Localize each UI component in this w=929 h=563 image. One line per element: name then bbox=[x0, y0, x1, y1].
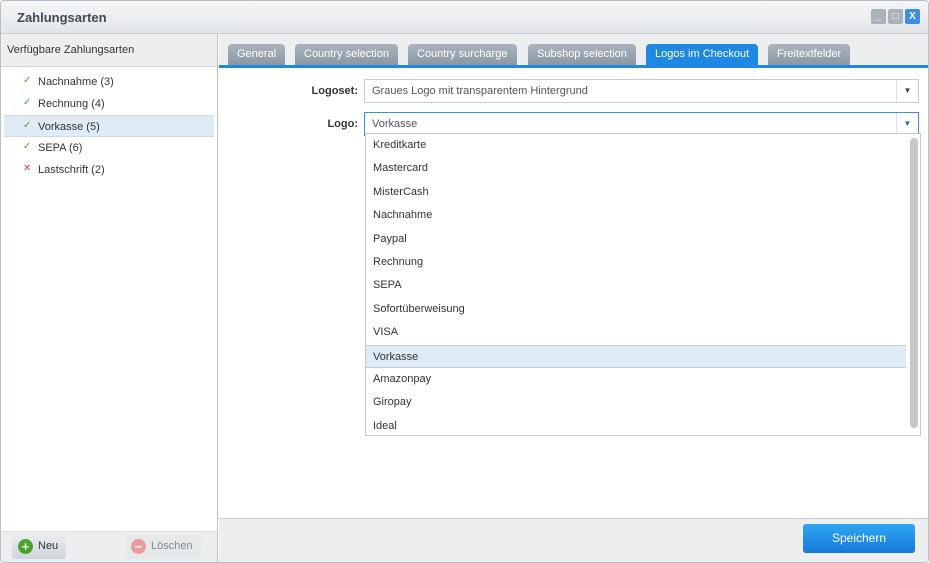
check-icon: ✓ bbox=[23, 97, 32, 108]
dropdown-option[interactable]: Amazonpay bbox=[366, 368, 920, 391]
dropdown-option[interactable]: Vorkasse bbox=[366, 344, 906, 368]
dropdown-option[interactable]: Nachnahme bbox=[366, 204, 920, 227]
dropdown-option[interactable]: MisterCash bbox=[366, 181, 920, 204]
scrollbar[interactable] bbox=[910, 138, 918, 428]
dropdown-option[interactable]: Sofortüberweisung bbox=[366, 298, 920, 321]
sidebar-item[interactable]: ✕ Lastschrift (2) bbox=[4, 159, 214, 181]
window: Zahlungsarten _ □ X Verfügbare Zahlungsa… bbox=[0, 0, 929, 563]
check-icon: ✓ bbox=[23, 141, 32, 152]
sidebar-item-label: Lastschrift (2) bbox=[38, 164, 105, 176]
tab[interactable]: Country surcharge bbox=[408, 44, 517, 65]
sidebar-item[interactable]: ✓ Nachnahme (3) bbox=[4, 71, 214, 93]
minimize-icon[interactable]: _ bbox=[871, 9, 886, 24]
chevron-down-icon[interactable]: ▼ bbox=[896, 80, 918, 102]
minus-icon: − bbox=[131, 539, 146, 554]
logoset-label: Logoset: bbox=[311, 85, 358, 97]
sidebar-item[interactable]: ✓ SEPA (6) bbox=[4, 137, 214, 159]
check-icon: ✓ bbox=[23, 75, 32, 86]
tab[interactable]: Subshop selection bbox=[528, 44, 636, 65]
logo-value: Vorkasse bbox=[372, 118, 418, 130]
delete-label: Löschen bbox=[151, 540, 193, 552]
dropdown-option[interactable]: Rechnung bbox=[366, 251, 920, 274]
dropdown-option[interactable]: Giropay bbox=[366, 391, 920, 414]
chevron-down-icon[interactable]: ▼ bbox=[896, 113, 918, 135]
dropdown-option[interactable]: Mastercard bbox=[366, 157, 920, 180]
main-panel: General Country selection Country surcharg… bbox=[219, 34, 928, 562]
tab[interactable]: Freitextfelder bbox=[768, 44, 851, 65]
sidebar-item-label: Nachnahme (3) bbox=[38, 76, 114, 88]
check-icon: ✓ bbox=[23, 120, 32, 131]
dropdown-option[interactable]: Paypal bbox=[366, 228, 920, 251]
window-title: Zahlungsarten bbox=[17, 10, 107, 25]
dropdown-option[interactable]: Ideal bbox=[366, 415, 920, 435]
logo-dropdown-list: Kreditkarte Mastercard MisterCash Nachnahme… bbox=[365, 133, 921, 436]
logoset-select[interactable]: Graues Logo mit transparentem Hintergrun… bbox=[364, 79, 919, 103]
tab[interactable]: General bbox=[228, 44, 286, 65]
close-icon[interactable]: X bbox=[905, 9, 920, 24]
tab-bar: General Country selection Country surcharg… bbox=[219, 34, 928, 68]
sidebar: Verfügbare Zahlungsarten ✓ Nachnahme (3) ✓… bbox=[1, 34, 218, 562]
dropdown-option[interactable]: VISA bbox=[366, 321, 920, 344]
logo-label: Logo: bbox=[327, 118, 358, 130]
sidebar-item[interactable]: ✓ Rechnung (4) bbox=[4, 93, 214, 115]
plus-icon: + bbox=[18, 539, 33, 554]
sidebar-item-label: Vorkasse (5) bbox=[38, 121, 100, 133]
delete-button[interactable]: − Löschen bbox=[125, 535, 201, 559]
sidebar-header: Verfügbare Zahlungsarten bbox=[1, 34, 217, 67]
tab[interactable]: Country selection bbox=[295, 44, 398, 65]
logoset-value: Graues Logo mit transparentem Hintergrun… bbox=[372, 85, 588, 97]
new-label: Neu bbox=[38, 540, 59, 552]
sidebar-item[interactable]: ✓ Vorkasse (5) bbox=[4, 115, 214, 137]
sidebar-item-label: Rechnung (4) bbox=[38, 98, 105, 110]
dropdown-option[interactable]: Kreditkarte bbox=[366, 134, 920, 157]
title-bar: Zahlungsarten _ □ X bbox=[1, 1, 928, 34]
dropdown-option[interactable]: SEPA bbox=[366, 274, 920, 297]
maximize-icon[interactable]: □ bbox=[888, 9, 903, 24]
bottom-toolbar: Speichern bbox=[219, 518, 928, 562]
new-button[interactable]: + Neu bbox=[12, 535, 67, 559]
save-button[interactable]: Speichern bbox=[803, 524, 915, 553]
cross-icon: ✕ bbox=[23, 163, 32, 174]
sidebar-item-label: SEPA (6) bbox=[38, 142, 83, 154]
tab[interactable]: Logos im Checkout bbox=[646, 44, 759, 65]
